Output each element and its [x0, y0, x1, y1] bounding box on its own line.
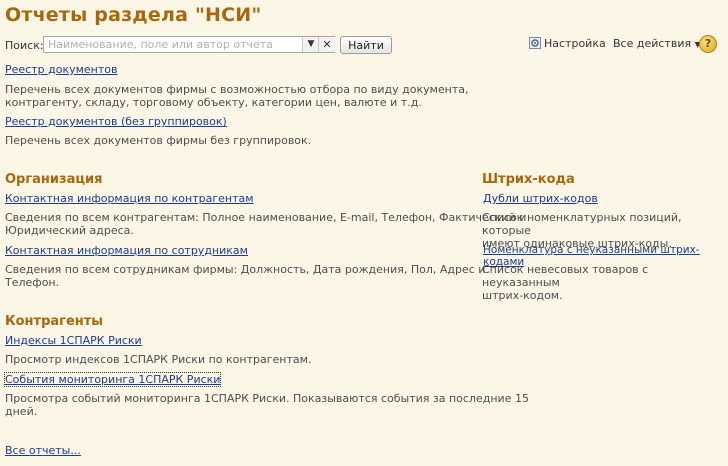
section-title-barcodes: Штрих-кода [482, 172, 575, 187]
desc-line: Перечень всех документов фирмы с возможн… [5, 83, 469, 96]
report-link-spark-events[interactable]: События мониторинга 1СПАРК Риски [3, 372, 222, 387]
desc-line: Сведения по всем сотрудникам фирмы: Долж… [5, 263, 486, 276]
search-box: ▼ ✕ [43, 36, 335, 53]
report-desc-spark-events: Просмотра событий мониторинга 1СПАРК Рис… [5, 392, 529, 418]
find-button[interactable]: Найти [340, 36, 392, 54]
gear-icon [529, 37, 541, 49]
desc-line: Список номенклатурных позиций, которые [482, 211, 682, 237]
desc-line: контрагенту, складу, торговому объекту, … [5, 96, 422, 109]
search-label: Поиск: [5, 39, 44, 52]
report-link-registry-flat[interactable]: Реестр документов (без группировок) [5, 115, 227, 128]
help-icon[interactable]: ? [699, 35, 717, 53]
clear-icon[interactable]: ✕ [318, 37, 335, 52]
page-title: Отчеты раздела "НСИ" [5, 4, 262, 26]
desc-line: дней. [5, 405, 38, 418]
desc-line: Список невесовых товаров с неуказанным [482, 263, 649, 289]
section-title-contractors: Контрагенты [5, 314, 104, 329]
report-link-barcode-duplicates[interactable]: Дубли штрих-кодов [483, 192, 598, 205]
report-desc-spark-indexes: Просмотр индексов 1СПАРК Риски по контра… [5, 353, 312, 366]
report-link-contractor-contacts[interactable]: Контактная информация по контрагентам [5, 192, 254, 205]
settings-button[interactable]: Настройка [529, 37, 606, 50]
desc-line: штрих-кодом. [482, 289, 563, 302]
dropdown-arrow-icon[interactable]: ▼ [302, 37, 319, 52]
all-reports-link[interactable]: Все отчеты... [5, 444, 81, 457]
report-link-employee-contacts[interactable]: Контактная информация по сотрудникам [5, 244, 248, 257]
report-desc-contractor-contacts: Сведения по всем контрагентам: Полное на… [5, 211, 526, 237]
all-actions-menu[interactable]: Все действия ▼ [613, 37, 701, 50]
report-link-spark-indexes[interactable]: Индексы 1СПАРК Риски [5, 334, 142, 347]
report-desc-missing-barcodes: Список невесовых товаров с неуказанным ш… [482, 263, 728, 302]
report-desc-registry-flat: Перечень всех документов фирмы без групп… [5, 134, 312, 147]
desc-line: Юридический адреса. [5, 224, 134, 237]
report-desc-employee-contacts: Сведения по всем сотрудникам фирмы: Долж… [5, 263, 485, 289]
settings-label: Настройка [544, 37, 606, 50]
search-input[interactable] [44, 37, 308, 52]
desc-line: Телефон. [5, 276, 60, 289]
all-actions-label: Все действия [613, 37, 692, 50]
report-desc-registry: Перечень всех документов фирмы с возможн… [5, 83, 469, 109]
desc-line: Просмотра событий мониторинга 1СПАРК Рис… [5, 392, 529, 405]
section-title-organization: Организация [5, 172, 103, 187]
desc-line: Сведения по всем контрагентам: Полное на… [5, 211, 527, 224]
search-bar: Поиск: ▼ ✕ Найти Настройка Все действия … [5, 35, 725, 55]
report-link-registry[interactable]: Реестр документов [5, 63, 117, 76]
